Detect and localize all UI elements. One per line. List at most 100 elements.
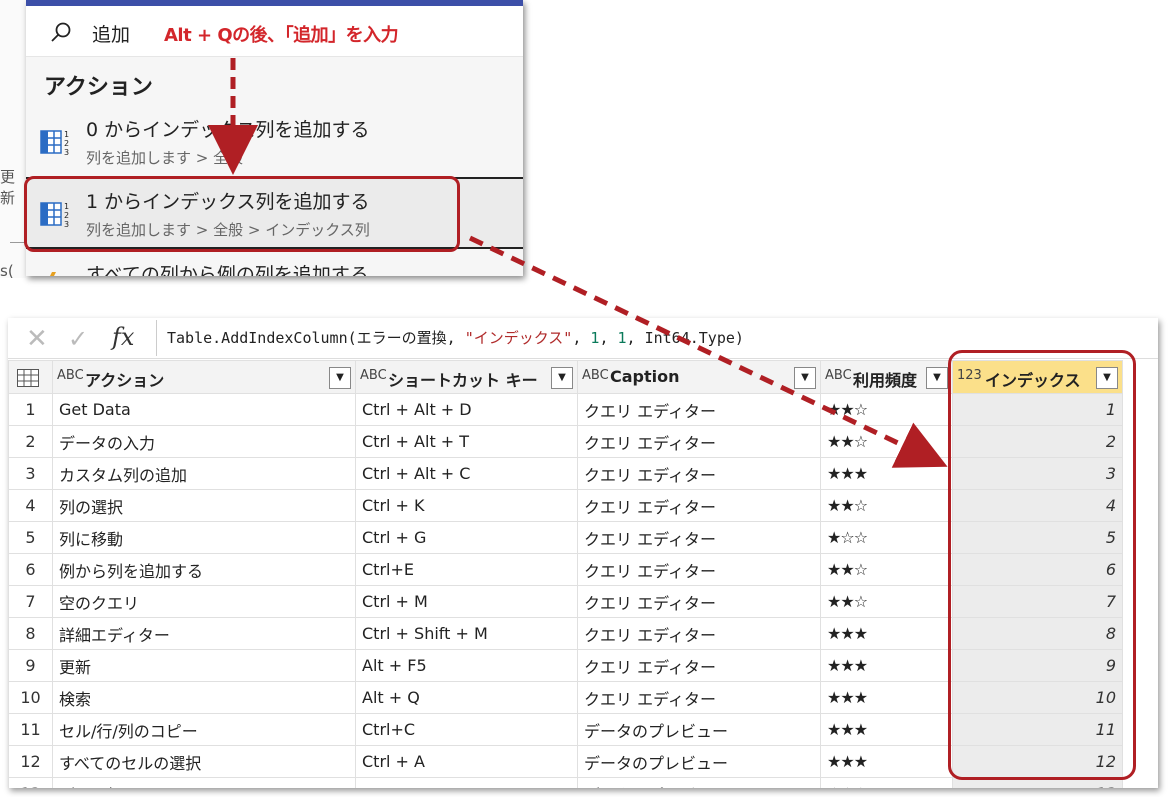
cell-shortcut-key[interactable]: Ctrl + Alt + D <box>355 393 578 426</box>
row-number[interactable]: 9 <box>8 649 53 682</box>
row-number[interactable]: 1 <box>8 393 53 426</box>
cell-frequency[interactable]: ★★★ <box>820 713 953 746</box>
row-number[interactable]: 5 <box>8 521 53 554</box>
cell-caption[interactable]: クエリ エディター <box>577 457 821 490</box>
cell-caption[interactable]: データのプレビュー <box>577 713 821 746</box>
formula-text: , <box>599 329 618 347</box>
cell-caption[interactable]: クエリ エディター <box>577 649 821 682</box>
filter-dropdown-icon[interactable]: ▼ <box>551 367 573 389</box>
cell-action[interactable]: 列の選択 <box>52 777 356 788</box>
cell-frequency[interactable]: ★★☆ <box>820 553 953 586</box>
formula-string-literal: "インデックス" <box>464 329 573 347</box>
row-number[interactable]: 12 <box>8 745 53 778</box>
cell-shortcut-key[interactable]: Alt + Q <box>355 681 578 714</box>
row-number[interactable]: 7 <box>8 585 53 618</box>
cell-caption[interactable]: クエリ エディター <box>577 489 821 522</box>
result-item-column-from-examples[interactable]: すべての列から例の列を追加する <box>26 250 523 276</box>
background-window-sliver: 更新 s( <box>0 0 26 280</box>
cell-frequency[interactable]: ★★☆ <box>820 585 953 618</box>
cell-shortcut-key[interactable]: Ctrl + M <box>355 585 578 618</box>
result-path: 列を追加します > 全般 <box>86 149 244 167</box>
cell-caption[interactable]: クエリ エディター <box>577 393 821 426</box>
cell-frequency[interactable]: ★★★ <box>820 457 953 490</box>
cell-frequency[interactable]: ★★★ <box>820 649 953 682</box>
cancel-icon[interactable]: ✕ <box>26 324 48 354</box>
search-icon <box>51 22 71 42</box>
cell-action[interactable]: 列に移動 <box>52 521 356 554</box>
cell-action[interactable]: 空のクエリ <box>52 585 356 618</box>
cell-frequency[interactable]: ★☆☆ <box>820 521 953 554</box>
table-grid-icon <box>17 369 39 387</box>
text-type-icon[interactable]: ABC <box>825 368 852 383</box>
commit-icon[interactable]: ✓ <box>68 325 88 353</box>
column-name: ショートカット キー <box>388 371 538 390</box>
background-text-fragment: s( <box>0 262 14 280</box>
column-header-shortcut[interactable]: ABC ショートカット キー ▼ <box>355 360 578 394</box>
cell-caption[interactable]: クエリ エディター <box>577 681 821 714</box>
column-header-frequency[interactable]: ABC 利用頻度 ▼ <box>820 360 953 394</box>
row-number[interactable]: 11 <box>8 713 53 746</box>
result-item-add-index-from-0[interactable]: 1 2 3 0 からインデックス列を追加する 列を追加します > 全般 <box>26 107 523 177</box>
svg-text:1: 1 <box>64 130 69 139</box>
row-number[interactable]: 3 <box>8 457 53 490</box>
annotation-label: Alt + Qの後、「追加」を入力 <box>160 21 403 47</box>
cell-frequency[interactable]: ★★★ <box>820 617 953 650</box>
cell-action[interactable]: カスタム列の追加 <box>52 457 356 490</box>
cell-action[interactable]: 例から列を追加する <box>52 553 356 586</box>
column-header-caption[interactable]: ABC Caption ▼ <box>577 360 821 394</box>
cell-shortcut-key[interactable]: Ctrl + G <box>355 521 578 554</box>
cell-frequency[interactable]: ★★★ <box>820 777 953 788</box>
text-type-icon[interactable]: ABC <box>582 368 609 383</box>
cell-caption[interactable]: クエリ エディター <box>577 553 821 586</box>
cell-shortcut-key[interactable]: Ctrl + K <box>355 489 578 522</box>
row-number[interactable]: 10 <box>8 681 53 714</box>
cell-action[interactable]: データの入力 <box>52 425 356 458</box>
row-number[interactable]: 6 <box>8 553 53 586</box>
index-column-icon: 1 2 3 <box>40 130 69 157</box>
search-input[interactable]: 追加 <box>92 20 130 47</box>
filter-dropdown-icon[interactable]: ▼ <box>794 367 816 389</box>
cell-action[interactable]: セル/行/列のコピー <box>52 713 356 746</box>
cell-action[interactable]: 列の選択 <box>52 489 356 522</box>
search-popup-region: 更新 s( 追加 アクション 1 2 3 0 からインデックス列を追加する 列を… <box>0 0 523 280</box>
column-from-examples-icon <box>50 272 56 276</box>
cell-caption[interactable]: クエリ エディター <box>577 617 821 650</box>
svg-text:2: 2 <box>64 139 69 148</box>
filter-dropdown-icon[interactable]: ▼ <box>926 367 948 389</box>
cell-action[interactable]: すべてのセルの選択 <box>52 745 356 778</box>
cell-shortcut-key[interactable]: Alt + F5 <box>355 649 578 682</box>
cell-shortcut-key[interactable]: Ctrl + A <box>355 745 578 778</box>
cell-shortcut-key[interactable]: Ctrl + Shift + M <box>355 617 578 650</box>
cell-shortcut-key[interactable]: Ctrl + Alt + C <box>355 457 578 490</box>
text-type-icon[interactable]: ABC <box>360 368 387 383</box>
cell-shortcut-key[interactable]: Ctrl+C <box>355 713 578 746</box>
cell-action[interactable]: 更新 <box>52 649 356 682</box>
cell-caption[interactable]: クエリ エディター <box>577 521 821 554</box>
cell-action[interactable]: 詳細エディター <box>52 617 356 650</box>
cell-frequency[interactable]: ★★☆ <box>820 425 953 458</box>
cell-action[interactable]: Get Data <box>52 393 356 426</box>
table-row[interactable]: 13列の選択データのプレビュー★★★13 <box>8 777 1123 788</box>
cell-action[interactable]: 検索 <box>52 681 356 714</box>
cell-frequency[interactable]: ★★★ <box>820 681 953 714</box>
column-header-action[interactable]: ABC アクション ▼ <box>52 360 356 394</box>
cell-caption[interactable]: クエリ エディター <box>577 585 821 618</box>
text-type-icon[interactable]: ABC <box>57 368 84 383</box>
cell-frequency[interactable]: ★★★ <box>820 745 953 778</box>
table-corner[interactable] <box>8 360 53 394</box>
cell-caption[interactable]: データのプレビュー <box>577 777 821 788</box>
cell-frequency[interactable]: ★★☆ <box>820 489 953 522</box>
cell-frequency[interactable]: ★★☆ <box>820 393 953 426</box>
filter-dropdown-icon[interactable]: ▼ <box>329 367 351 389</box>
cell-shortcut-key[interactable] <box>355 777 578 788</box>
row-number[interactable]: 8 <box>8 617 53 650</box>
row-number[interactable]: 2 <box>8 425 53 458</box>
row-number[interactable]: 4 <box>8 489 53 522</box>
row-number[interactable]: 13 <box>8 777 53 788</box>
cell-caption[interactable]: クエリ エディター <box>577 425 821 458</box>
fx-icon[interactable]: fx <box>112 323 134 351</box>
formula-text: Table.AddIndexColumn(エラーの置換, <box>167 329 465 347</box>
cell-shortcut-key[interactable]: Ctrl+E <box>355 553 578 586</box>
cell-shortcut-key[interactable]: Ctrl + Alt + T <box>355 425 578 458</box>
cell-caption[interactable]: データのプレビュー <box>577 745 821 778</box>
